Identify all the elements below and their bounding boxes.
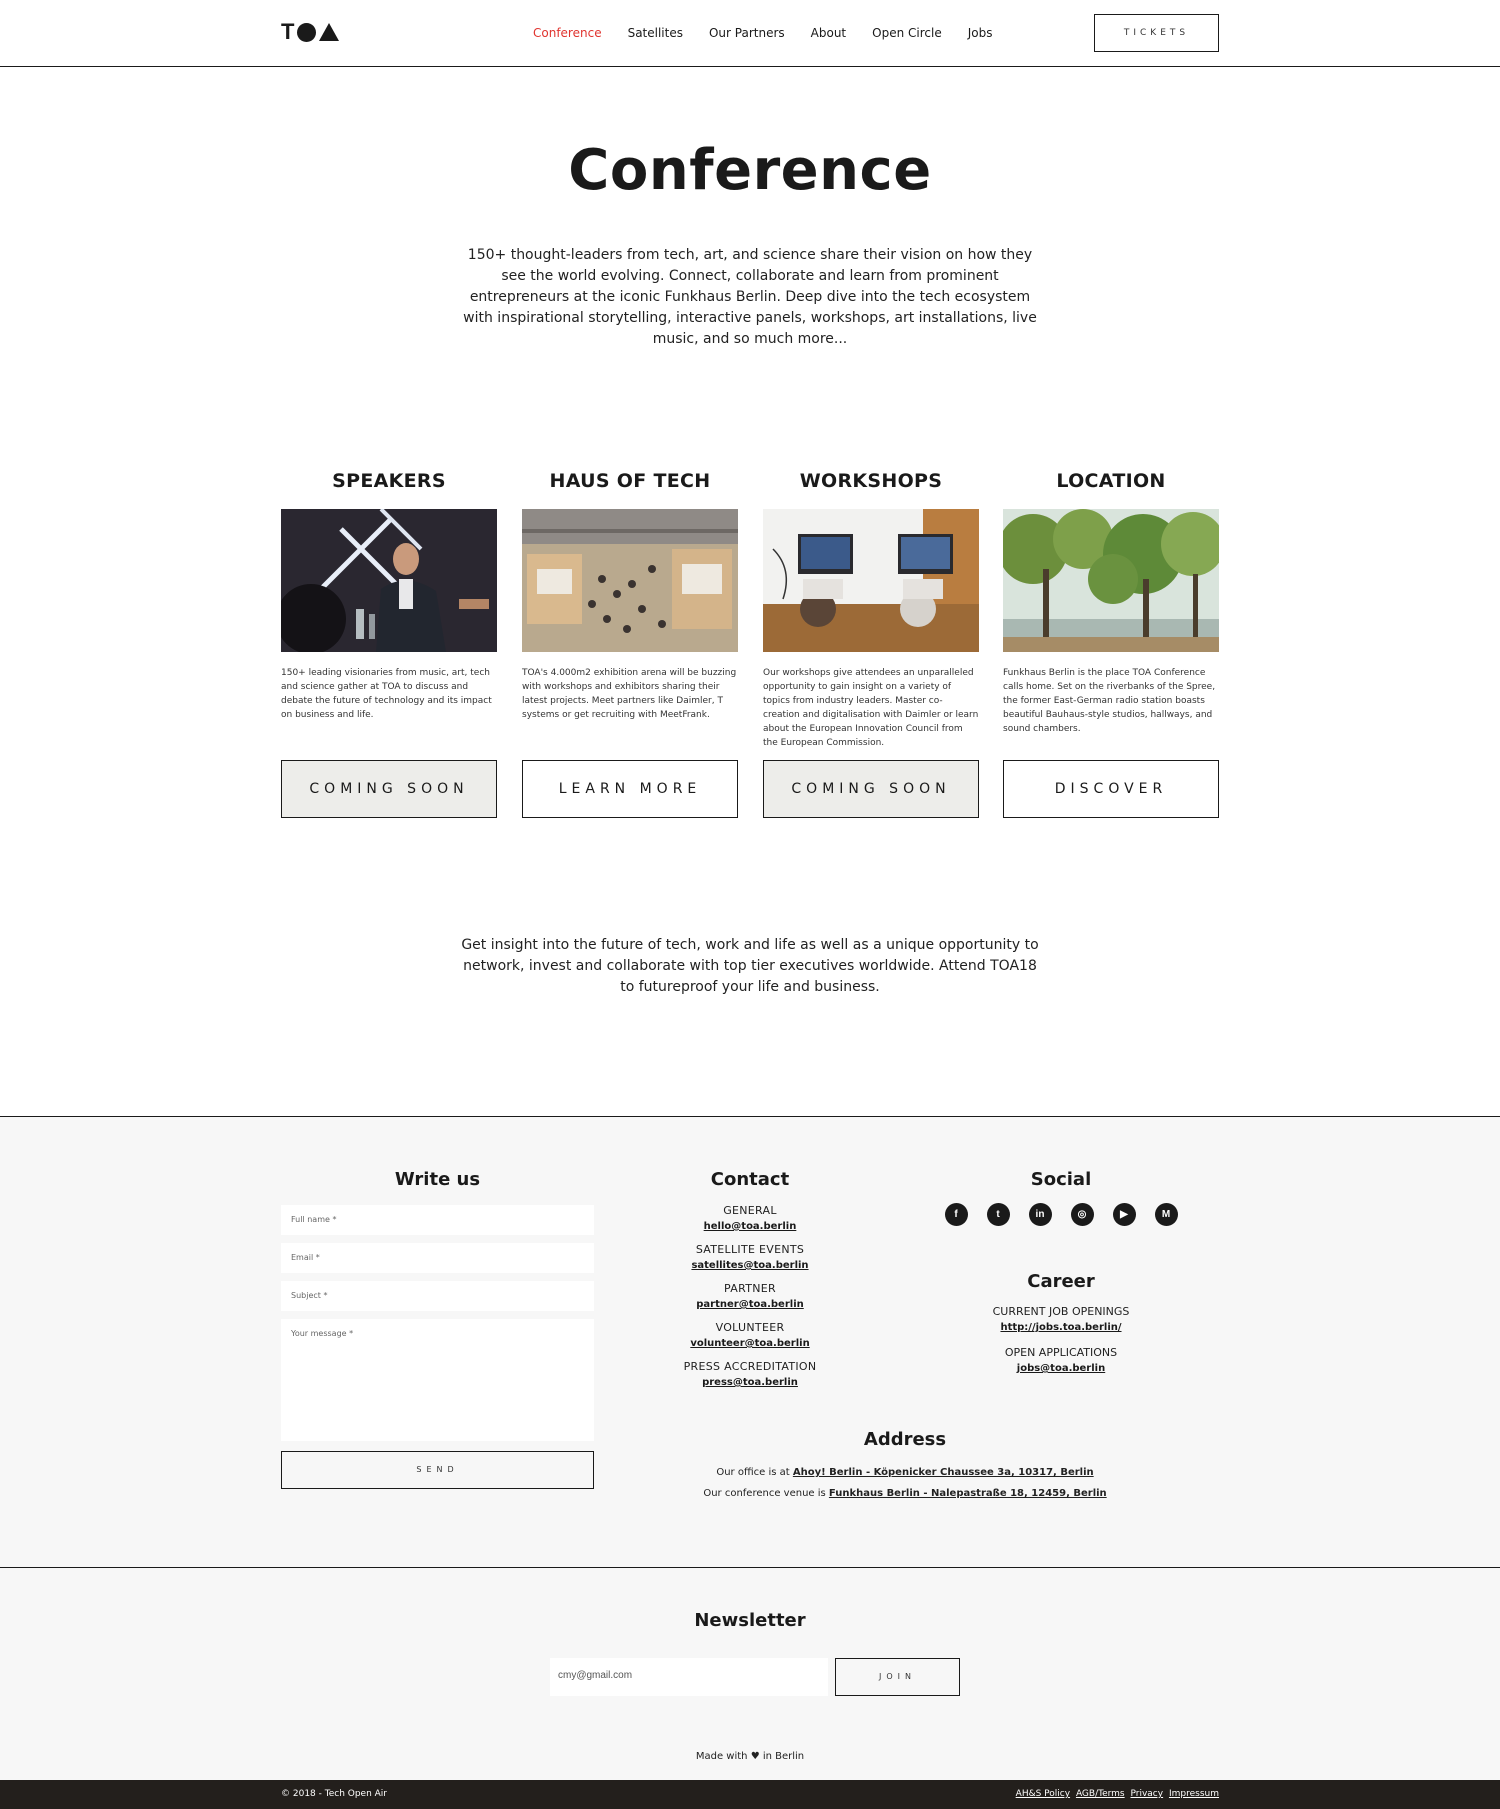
contact-email-link[interactable]: volunteer@toa.berlin [650,1338,850,1349]
social-icons: f t in ◎ ▶ M [930,1203,1192,1226]
venue-address: Our conference venue is Funkhaus Berlin … [703,1488,1107,1499]
card-title: WORKSHOPS [799,470,943,492]
heart-icon: ♥ [750,1751,760,1762]
tickets-button[interactable]: TICKETS [1094,14,1219,52]
send-button[interactable]: SEND [281,1451,594,1489]
join-button[interactable]: JOIN [835,1658,960,1696]
address-section: Address Our office is at Ahoy! Berlin - … [600,1429,1210,1499]
nav-about[interactable]: About [811,26,846,40]
section-title: Social [1030,1169,1092,1190]
learn-more-button[interactable]: LEARN MORE [522,760,738,818]
contact-item: GENERAL hello@toa.berlin [650,1204,850,1232]
hero-intro: 150+ thought-leaders from tech, art, and… [463,247,1037,347]
main-nav: Conference Satellites Our Partners About… [533,26,1018,40]
full-name-field[interactable]: Full name * [281,1205,594,1235]
linkedin-icon[interactable]: in [1028,1203,1052,1226]
nav-open-circle[interactable]: Open Circle [872,26,942,40]
career-label: OPEN APPLICATIONS [1004,1346,1118,1359]
facebook-icon[interactable]: f [944,1203,968,1226]
office-address-link[interactable]: Ahoy! Berlin - Köpenicker Chaussee 3a, 1… [793,1467,1094,1478]
write-us-form: Write us Full name * Email * Subject * Y… [281,1169,594,1489]
contact-label: SATELLITE EVENTS [695,1243,805,1256]
toa-logo[interactable]: T [281,21,340,43]
contact-label: PRESS ACCREDITATION [683,1360,817,1373]
contact-email-link[interactable]: partner@toa.berlin [650,1299,850,1310]
venue-address-link[interactable]: Funkhaus Berlin - Nalepastraße 18, 12459… [829,1488,1107,1499]
career-title: Career [1027,1271,1095,1292]
contact-label: GENERAL [723,1204,777,1217]
card-description: 150+ leading visionaries from music, art… [281,668,492,720]
social-section: Social f t in ◎ ▶ M Career CURRENT JOB O… [930,1169,1192,1374]
section-title: Contact [710,1169,790,1190]
newsletter-section: Newsletter cmy@gmail.com JOIN Made with … [0,1567,1500,1780]
subject-field[interactable]: Subject * [281,1281,594,1311]
youtube-icon[interactable]: ▶ [1112,1203,1136,1226]
nav-satellites[interactable]: Satellites [628,26,683,40]
exhibition-hall-photo [522,509,738,652]
section-title: Write us [394,1169,481,1190]
jobs-link[interactable]: http://jobs.toa.berlin/ [930,1322,1192,1333]
contact-email-link[interactable]: satellites@toa.berlin [650,1260,850,1271]
nav-conference[interactable]: Conference [533,26,602,40]
coming-soon-button[interactable]: COMING SOON [763,760,979,818]
newsletter-email-input[interactable]: cmy@gmail.com [550,1658,828,1696]
contact-item: VOLUNTEER volunteer@toa.berlin [650,1321,850,1349]
bottom-bar: © 2018 - Tech Open Air AH&S Policy AGB/T… [0,1780,1500,1809]
terms-link[interactable]: AGB/Terms [1076,1789,1125,1799]
twitter-icon[interactable]: t [986,1203,1010,1226]
contact-email-link[interactable]: press@toa.berlin [650,1377,850,1388]
card-description: Funkhaus Berlin is the place TOA Confere… [1003,668,1216,734]
card-description: Our workshops give attendees an unparall… [763,668,979,748]
copyright: © 2018 - Tech Open Air [281,1789,388,1799]
workshop-laptops-photo [763,509,979,652]
medium-icon[interactable]: M [1154,1203,1178,1226]
nav-our-partners[interactable]: Our Partners [709,26,785,40]
nav-jobs[interactable]: Jobs [968,26,993,40]
card-title: LOCATION [1056,470,1166,492]
contact-item: PARTNER partner@toa.berlin [650,1282,850,1310]
card-haus-of-tech: HAUS OF TECH TOA's 4.000m2 exhibition ar… [522,470,738,818]
legal-links: AH&S Policy AGB/Terms Privacy Impressum [1013,1789,1219,1799]
impressum-link[interactable]: Impressum [1169,1789,1219,1799]
message-field[interactable]: Your message * [281,1319,594,1441]
contact-label: VOLUNTEER [715,1321,785,1334]
career-label: CURRENT JOB OPENINGS [992,1305,1130,1318]
contact-item: PRESS ACCREDITATION press@toa.berlin [650,1360,850,1388]
discover-button[interactable]: DISCOVER [1003,760,1219,818]
email-field[interactable]: Email * [281,1243,594,1273]
site-header: T Conference Satellites Our Partners Abo… [0,0,1500,67]
card-workshops: WORKSHOPS Our workshops give attendees a… [763,470,979,818]
coming-soon-button[interactable]: COMING SOON [281,760,497,818]
card-title: HAUS OF TECH [549,470,711,492]
contact-label: PARTNER [724,1282,776,1295]
riverbank-trees-photo [1003,509,1219,652]
contact-section: Contact GENERAL hello@toa.berlin SATELLI… [650,1169,850,1388]
office-address: Our office is at Ahoy! Berlin - Köpenick… [716,1467,1094,1478]
section-title: Address [863,1429,947,1450]
card-location: LOCATION Funkhaus Berlin is the place TO… [1003,470,1219,818]
jobs-email-link[interactable]: jobs@toa.berlin [930,1363,1192,1374]
ahs-policy-link[interactable]: AH&S Policy [1016,1789,1070,1799]
card-speakers: SPEAKERS 150+ leading visionaries from m… [281,470,497,818]
contact-item: SATELLITE EVENTS satellites@toa.berlin [650,1243,850,1271]
contact-email-link[interactable]: hello@toa.berlin [650,1221,850,1232]
page-title: Conference [568,138,932,203]
instagram-icon[interactable]: ◎ [1070,1203,1094,1226]
section-title: Newsletter [694,1610,806,1631]
privacy-link[interactable]: Privacy [1131,1789,1164,1799]
made-in-berlin: Made with ♥ in Berlin [695,1751,805,1762]
insight-text: Get insight into the future of tech, wor… [461,937,1039,995]
contact-footer: Write us Full name * Email * Subject * Y… [0,1116,1500,1568]
card-description: TOA's 4.000m2 exhibition arena will be b… [522,668,737,720]
card-title: SPEAKERS [332,470,446,492]
speaker-on-stage-photo [281,509,497,652]
